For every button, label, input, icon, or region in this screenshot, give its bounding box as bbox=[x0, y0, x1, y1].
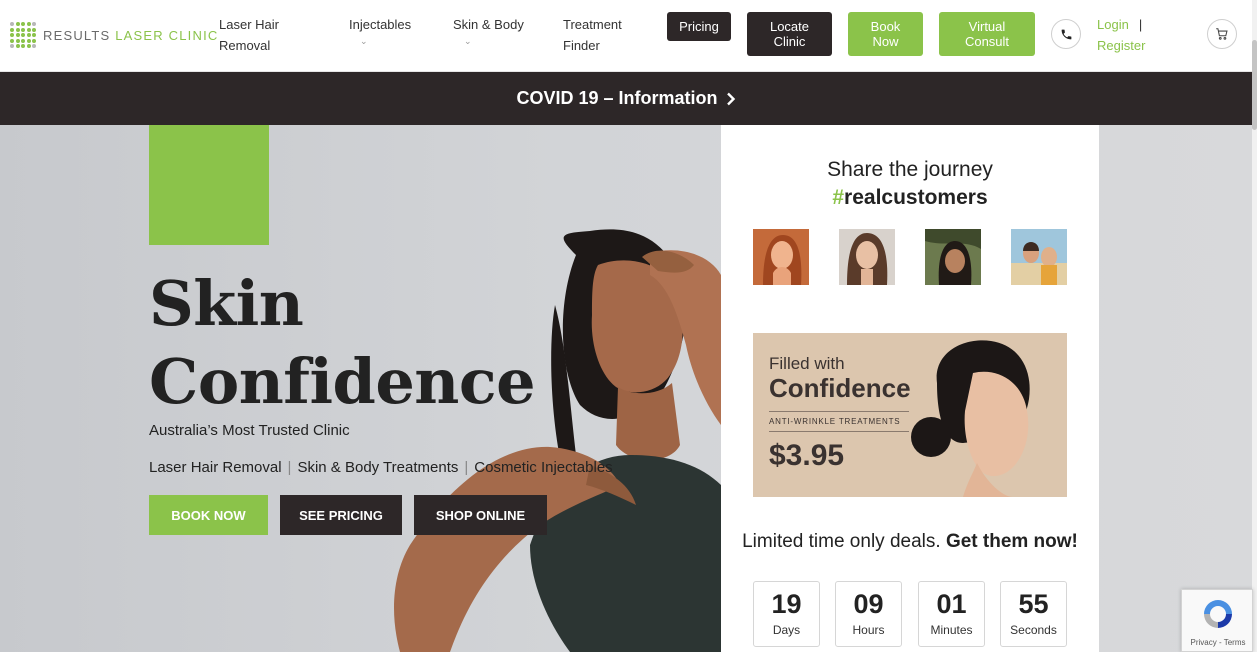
promo-line-1: Filled with bbox=[769, 354, 845, 373]
cart-icon[interactable] bbox=[1207, 19, 1237, 49]
nav-skin-body[interactable]: Skin & Body ⌄ bbox=[453, 14, 524, 46]
recaptcha-links: Privacy - Terms bbox=[1190, 638, 1246, 647]
side-panel: Share the journey #realcustomers Filled … bbox=[721, 125, 1099, 652]
hero-service-links: Laser Hair Removal | Skin & Body Treatment… bbox=[149, 459, 613, 476]
auth-separator: | bbox=[1138, 17, 1143, 32]
hero-link-injectables[interactable]: Cosmetic Injectables bbox=[474, 459, 612, 476]
customer-photo-1[interactable] bbox=[753, 229, 809, 285]
promo-banner-anti-wrinkle[interactable]: Filled with Confidence ANTI-WRINKLE TREA… bbox=[753, 333, 1067, 497]
hero-link-laser[interactable]: Laser Hair Removal bbox=[149, 459, 282, 476]
locate-clinic-button[interactable]: Locate Clinic bbox=[747, 12, 832, 56]
chevron-down-icon: ⌄ bbox=[360, 36, 368, 46]
share-title: Share the journey bbox=[827, 158, 993, 181]
promo-line-2: Confidence bbox=[769, 373, 911, 403]
pipe-divider: | bbox=[287, 459, 292, 476]
page-scrollbar[interactable] bbox=[1252, 0, 1257, 652]
logo-dots-icon bbox=[10, 22, 36, 48]
privacy-link[interactable]: Privacy bbox=[1191, 638, 1217, 647]
hero-title-line: Skin bbox=[149, 267, 304, 340]
book-now-button[interactable]: BOOK NOW bbox=[149, 495, 268, 535]
covid-info-banner[interactable]: COVID 19 – Information bbox=[0, 72, 1252, 125]
countdown-seconds: 55 Seconds bbox=[1000, 581, 1067, 647]
hero-subtitle: Australia’s Most Trusted Clinic bbox=[149, 422, 350, 439]
promo-divider bbox=[769, 411, 909, 412]
virtual-consult-button[interactable]: Virtual Consult bbox=[939, 12, 1035, 56]
covid-banner-label: COVID 19 – Information bbox=[516, 88, 718, 108]
login-link[interactable]: Login bbox=[1097, 17, 1129, 32]
nav-label: Finder bbox=[563, 38, 600, 53]
nav-label: Treatment bbox=[563, 17, 622, 32]
deals-text: Limited time only deals. Get them now! bbox=[742, 531, 1078, 552]
book-now-header-button[interactable]: Book Now bbox=[848, 12, 923, 56]
see-pricing-button[interactable]: SEE PRICING bbox=[280, 495, 402, 535]
promo-price: $3.95 bbox=[769, 439, 845, 472]
nav-laser-hair-removal[interactable]: Laser Hair Removal bbox=[219, 14, 279, 56]
chevron-right-icon bbox=[726, 92, 735, 105]
logo-text: RESULTS LASER CLINIC bbox=[43, 27, 219, 43]
auth-links: Login | Register bbox=[1097, 14, 1145, 56]
chevron-down-icon: ⌄ bbox=[464, 36, 472, 46]
promo-line-3: ANTI-WRINKLE TREATMENTS bbox=[769, 417, 901, 426]
recaptcha-icon bbox=[1204, 600, 1232, 628]
hero-title-line: Confidence bbox=[149, 345, 536, 418]
recaptcha-badge[interactable]: Privacy - Terms bbox=[1181, 589, 1253, 652]
customer-photo-4[interactable] bbox=[1011, 229, 1067, 285]
hero-link-skin-body[interactable]: Skin & Body Treatments bbox=[297, 459, 458, 476]
decorative-green-block bbox=[149, 125, 269, 245]
countdown-days: 19 Days bbox=[753, 581, 820, 647]
pricing-button[interactable]: Pricing bbox=[667, 12, 731, 41]
nav-label: Injectables bbox=[349, 17, 412, 32]
customer-photo-2[interactable] bbox=[839, 229, 895, 285]
customer-photo-3[interactable] bbox=[925, 229, 981, 285]
hashtag-title: #realcustomers bbox=[832, 186, 988, 209]
countdown-minutes: 01 Minutes bbox=[918, 581, 985, 647]
site-header: RESULTS LASER CLINIC Laser Hair Removal … bbox=[0, 0, 1257, 72]
shop-online-button[interactable]: SHOP ONLINE bbox=[414, 495, 547, 535]
phone-icon[interactable] bbox=[1051, 19, 1081, 49]
countdown-hours: 09 Hours bbox=[835, 581, 902, 647]
promo-model-image bbox=[911, 340, 1030, 497]
pipe-divider: | bbox=[464, 459, 469, 476]
site-logo[interactable]: RESULTS LASER CLINIC bbox=[10, 20, 218, 50]
hero-title: Skin Confidence bbox=[149, 265, 536, 421]
register-link[interactable]: Register bbox=[1097, 38, 1145, 53]
promo-divider bbox=[769, 431, 909, 432]
nav-label: Skin & Body bbox=[453, 17, 524, 32]
nav-injectables[interactable]: Injectables ⌄ bbox=[349, 14, 412, 46]
nav-label: Laser Hair bbox=[219, 17, 279, 32]
nav-treatment-finder[interactable]: Treatment Finder bbox=[563, 14, 622, 56]
terms-link[interactable]: Terms bbox=[1224, 638, 1246, 647]
nav-label: Removal bbox=[219, 38, 271, 53]
